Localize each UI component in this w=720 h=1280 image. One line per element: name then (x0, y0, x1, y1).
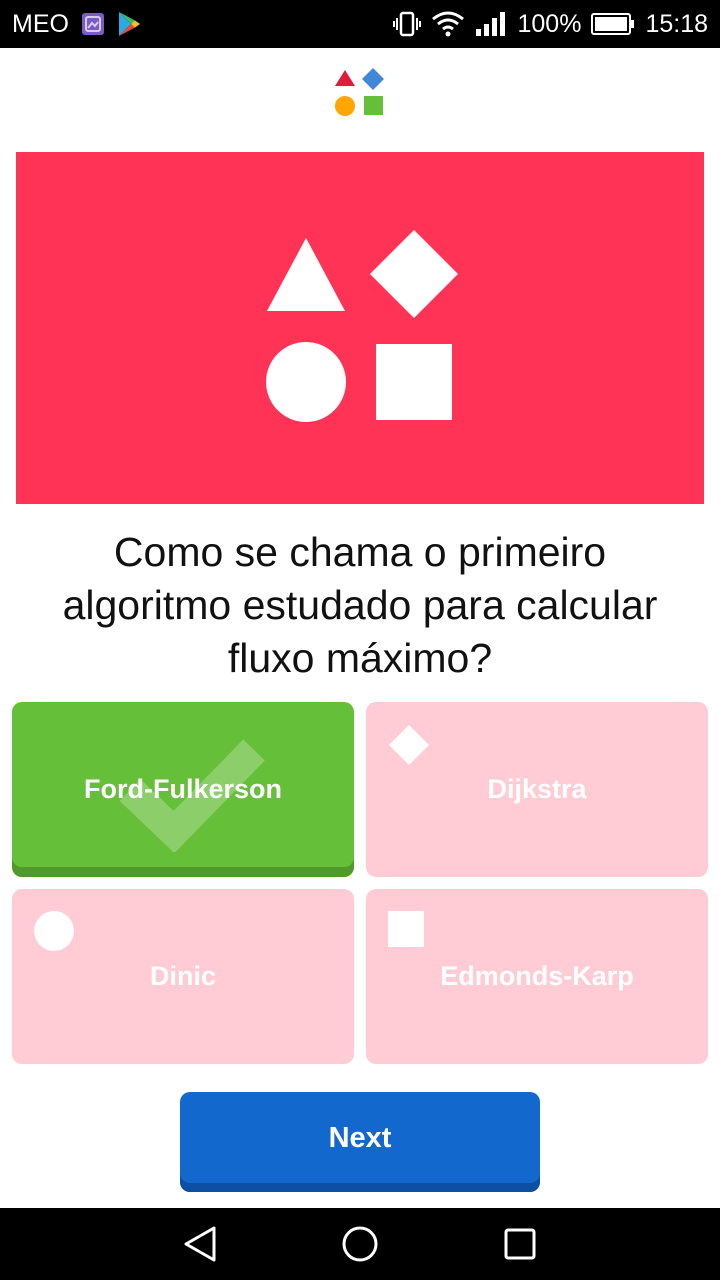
clock: 15:18 (645, 9, 708, 38)
back-icon[interactable] (140, 1208, 260, 1280)
play-store-icon (117, 11, 141, 37)
question-image (16, 152, 704, 504)
square-icon (376, 344, 452, 420)
shapes-logo-icon (333, 68, 385, 118)
status-bar: MEO 100% 15:18 (0, 0, 720, 48)
home-icon[interactable] (300, 1208, 420, 1280)
answer-ford-fulkerson[interactable]: Ford-Fulkerson (12, 702, 354, 877)
battery-icon (591, 12, 635, 36)
vibrate-icon (393, 11, 422, 37)
navigation-bar (0, 1208, 720, 1280)
answer-label: Edmonds-Karp (440, 961, 634, 991)
answer-dinic[interactable]: Dinic (12, 889, 354, 1064)
answer-label: Dijkstra (487, 774, 587, 804)
square-icon (388, 911, 424, 947)
diamond-icon (370, 230, 458, 318)
answer-label: Ford-Fulkerson (83, 774, 282, 804)
battery-percent: 100% (517, 9, 582, 38)
carrier-label: MEO (12, 9, 69, 38)
question-text: Como se chama o primeiro algoritmo estud… (62, 529, 658, 681)
triangle-icon (267, 238, 345, 311)
diamond-icon (389, 725, 429, 765)
answer-label: Dinic (149, 961, 216, 991)
answer-dijkstra[interactable]: Dijkstra (366, 702, 708, 877)
circle-icon (34, 911, 74, 951)
app-header (0, 48, 720, 140)
gallery-icon (81, 12, 105, 36)
answer-edmonds-karp[interactable]: Edmonds-Karp (366, 889, 708, 1064)
recents-icon[interactable] (460, 1208, 580, 1280)
wifi-icon (431, 11, 465, 37)
next-button[interactable]: Next (180, 1092, 540, 1192)
signal-icon (475, 11, 507, 37)
circle-icon (266, 342, 346, 422)
